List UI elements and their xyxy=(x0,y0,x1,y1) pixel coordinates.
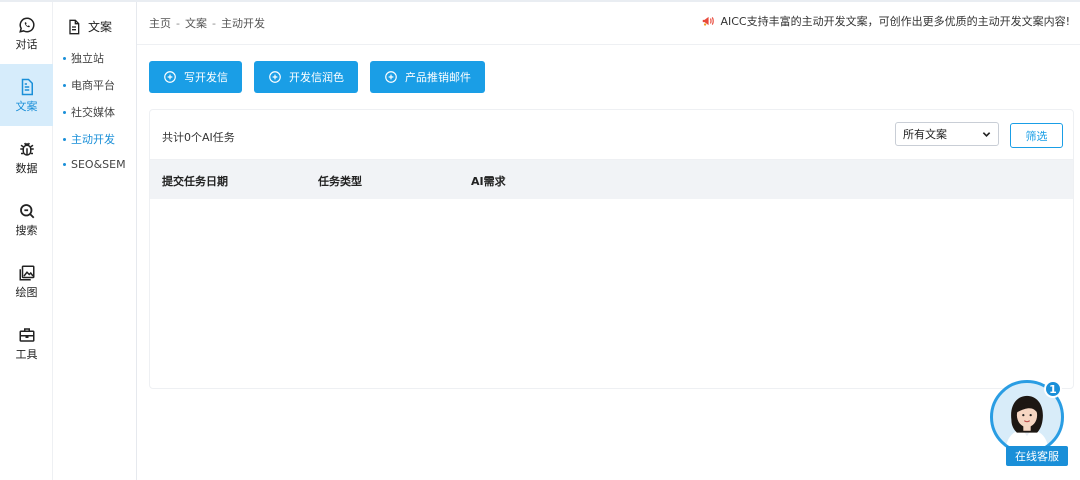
nav-label-data: 数据 xyxy=(15,161,38,175)
bullet-dot xyxy=(63,110,66,114)
task-panel: 共计0个AI任务 所有文案 筛选 提交任务日期 任务类型 AI需求 xyxy=(149,109,1074,389)
plus-circle-icon xyxy=(164,71,176,83)
task-count: 共计0个AI任务 xyxy=(162,131,235,144)
sub-item-social-media[interactable]: 社交媒体 xyxy=(63,104,115,120)
main-nav-rail: 对话 文案 数据 搜索 绘图 工具 xyxy=(0,2,53,480)
sub-item-ecommerce[interactable]: 电商平台 xyxy=(63,77,115,93)
button-label: 产品推销邮件 xyxy=(405,71,471,84)
bug-icon xyxy=(19,142,34,156)
sub-sidebar-title: 文案 xyxy=(88,20,113,34)
nav-item-chat[interactable]: 对话 xyxy=(0,2,53,64)
sub-item-independent-site[interactable]: 独立站 xyxy=(63,50,104,66)
megaphone-icon xyxy=(703,16,715,26)
bullet-dot xyxy=(63,137,66,141)
promo-email-button[interactable]: 产品推销邮件 xyxy=(370,61,485,93)
table-header: 提交任务日期 任务类型 AI需求 xyxy=(150,159,1073,199)
chat-icon xyxy=(18,16,35,33)
nav-label-copywriting: 文案 xyxy=(15,99,38,113)
page-header: 主页 - 文案 - 主动开发 AICC支持丰富的主动开发文案，可创作出更多优质的… xyxy=(137,2,1080,45)
button-label: 开发信润色 xyxy=(289,71,344,84)
notice-text: AICC支持丰富的主动开发文案，可创作出更多优质的主动开发文案内容! xyxy=(720,15,1070,28)
breadcrumb-copywriting[interactable]: 文案 xyxy=(185,15,207,31)
bullet-dot xyxy=(63,163,66,166)
column-header-ai-requirement: AI需求 xyxy=(471,175,506,188)
column-header-task-type: 任务类型 xyxy=(318,175,362,188)
sub-item-label: 独立站 xyxy=(71,52,104,65)
document-icon xyxy=(21,78,33,95)
sub-item-proactive-dev[interactable]: 主动开发 xyxy=(63,131,115,147)
nav-item-draw[interactable]: 绘图 xyxy=(0,250,53,312)
bullet-dot xyxy=(63,56,66,60)
online-support-widget[interactable]: 1 在线客服 xyxy=(988,380,1070,470)
sub-item-label: 电商平台 xyxy=(71,79,115,92)
sub-item-label: 社交媒体 xyxy=(71,106,115,119)
nav-item-copywriting[interactable]: 文案 xyxy=(0,64,53,126)
sub-item-label: 主动开发 xyxy=(71,133,115,146)
search-icon xyxy=(19,203,34,218)
copy-type-select[interactable]: 所有文案 xyxy=(895,122,999,146)
notification-badge: 1 xyxy=(1044,380,1062,398)
sub-sidebar-header: 文案 xyxy=(66,18,112,35)
polish-letter-button[interactable]: 开发信润色 xyxy=(254,61,358,93)
breadcrumb-separator: - xyxy=(211,16,216,30)
column-header-submit-date: 提交任务日期 xyxy=(162,175,228,188)
nav-label-search: 搜索 xyxy=(15,223,38,237)
filter-button[interactable]: 筛选 xyxy=(1010,123,1063,148)
support-label[interactable]: 在线客服 xyxy=(1006,446,1068,466)
button-label: 写开发信 xyxy=(184,71,228,84)
nav-label-chat: 对话 xyxy=(15,37,38,51)
plus-circle-icon xyxy=(385,71,397,83)
breadcrumb-home[interactable]: 主页 xyxy=(149,15,171,31)
nav-label-tools: 工具 xyxy=(15,347,38,361)
notice-banner: AICC支持丰富的主动开发文案，可创作出更多优质的主动开发文案内容! xyxy=(701,13,1070,29)
image-icon xyxy=(19,265,34,280)
sub-item-seo-sem[interactable]: SEO&SEM xyxy=(63,158,126,171)
select-value: 所有文案 xyxy=(903,128,947,141)
bullet-dot xyxy=(63,83,66,87)
nav-item-tools[interactable]: 工具 xyxy=(0,312,53,374)
chevron-down-icon xyxy=(982,131,991,137)
plus-circle-icon xyxy=(269,71,281,83)
sub-item-label: SEO&SEM xyxy=(71,158,126,171)
breadcrumb-separator: - xyxy=(176,16,180,30)
nav-item-search[interactable]: 搜索 xyxy=(0,188,53,250)
sub-sidebar: 文案 独立站 电商平台 社交媒体 主动开发 SEO&SEM xyxy=(54,2,137,480)
breadcrumb-current: 主动开发 xyxy=(220,17,265,30)
nav-item-data[interactable]: 数据 xyxy=(0,126,53,188)
toolbox-icon xyxy=(19,327,34,342)
file-text-icon xyxy=(69,19,80,34)
nav-label-draw: 绘图 xyxy=(15,285,38,299)
write-letter-button[interactable]: 写开发信 xyxy=(149,61,242,93)
breadcrumb: 主页 - 文案 - 主动开发 xyxy=(149,15,265,31)
